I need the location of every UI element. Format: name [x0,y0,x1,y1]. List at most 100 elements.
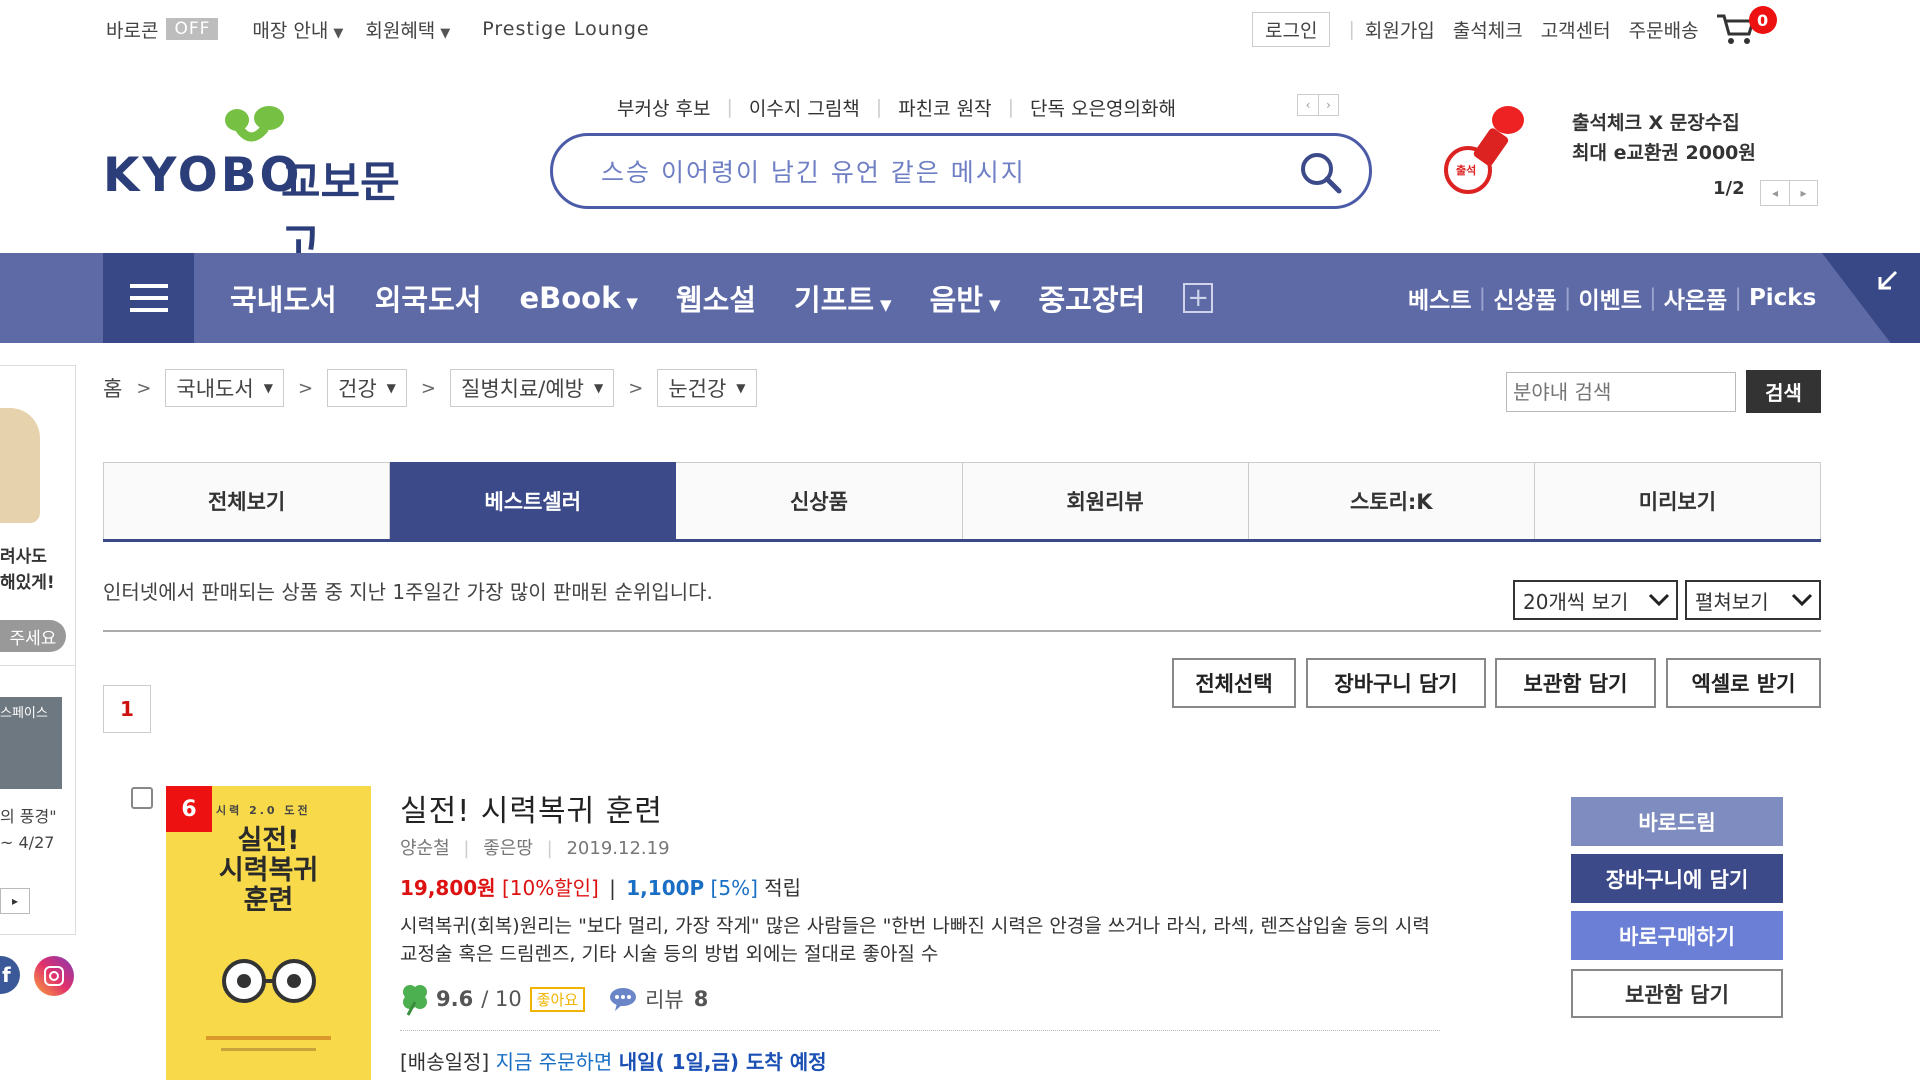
caret-right-icon[interactable]: ▸ [0,888,30,914]
add-to-cart-button[interactable]: 장바구니에 담기 [1571,854,1783,903]
delivery-prefix: [배송일정] [400,1050,490,1074]
product-price-line: 19,800원 [10%할인] | 1,100P [5%] 적립 [400,872,801,901]
panel-divider [0,665,76,666]
cover-title-line: 시력복귀 [218,855,319,886]
view-mode-select[interactable]: 펼쳐보기 [1685,580,1821,620]
hot-keyword-item[interactable]: 단독 오은영의화해 [1030,94,1176,121]
hot-keyword-item[interactable]: 파친코 원작 [898,94,991,121]
list-divider [103,630,1821,632]
chevron-left-icon[interactable]: ‹ [1298,95,1318,115]
nav-item-used[interactable]: 중고장터 [1038,277,1145,319]
logo-text-en: KYOBO [103,148,303,203]
add-to-cart-all-button[interactable]: 장바구니 담기 [1306,658,1486,708]
barodream-button[interactable]: 바로드림 [1571,797,1783,846]
caret-left-icon[interactable]: ◂ [1761,181,1789,205]
instagram-icon[interactable] [34,956,74,996]
prestige-lounge-link[interactable]: Prestige Lounge [482,18,649,40]
attendance-link[interactable]: 출석체크 [1453,16,1523,43]
nav-link-gift[interactable]: 사은품 [1664,281,1727,315]
chevron-down-icon: ▼ [333,25,344,41]
barocoupon-label[interactable]: 바로콘 [106,16,158,43]
chevron-down-icon [1648,593,1670,607]
review-count[interactable]: 8 [694,987,709,1011]
product-checkbox[interactable] [131,787,153,809]
search-icon[interactable] [1299,151,1343,195]
login-button[interactable]: 로그인 [1252,11,1331,47]
nav-link-event[interactable]: 이벤트 [1578,281,1641,315]
promo-text[interactable]: 출석체크 X 문장수집 최대 e교환권 2000원 [1572,108,1756,168]
breadcrumb-select[interactable]: 건강 ▼ [327,369,407,407]
tab-preview[interactable]: 미리보기 [1534,462,1822,539]
chevron-right-icon[interactable]: › [1318,95,1338,115]
menu-icon[interactable] [103,253,194,343]
nav-link-picks[interactable]: Picks [1749,285,1816,311]
arrow-collapse-icon[interactable] [1876,268,1900,292]
kyobo-logo[interactable]: KYOBO 교보문고 [103,100,423,270]
product-author[interactable]: 양순철 [400,838,450,859]
chevron-down-icon: ▼ [880,296,892,314]
nav-link-new[interactable]: 신상품 [1493,281,1556,315]
chevron-right-icon: > [628,377,644,399]
breadcrumb-home[interactable]: 홈 [103,373,122,403]
buy-now-button[interactable]: 바로구매하기 [1571,911,1783,960]
add-to-wishlist-all-button[interactable]: 보관함 담기 [1495,658,1656,708]
category-search-input[interactable] [1506,372,1736,412]
hot-keyword-item[interactable]: 부커상 후보 [617,94,710,121]
export-excel-button[interactable]: 엑셀로 받기 [1666,658,1821,708]
nav-item-webnovel[interactable]: 웹소설 [676,277,756,319]
customer-center-link[interactable]: 고객센터 [1541,16,1611,43]
stamp-illustration: 출석 [1440,100,1540,200]
cover-stripe [206,1036,331,1040]
product-discount: [10%할인] [501,876,599,900]
panel-caption-line2: ~ 4/27 [0,833,55,852]
nav-item-ebook[interactable]: eBook ▼ [519,281,637,315]
rating-max: / 10 [481,987,522,1011]
caret-right-icon[interactable]: ▸ [1789,181,1817,205]
promo-pager: ◂ ▸ [1760,180,1818,206]
select-all-button[interactable]: 전체선택 [1172,658,1296,708]
divider: | [609,876,616,900]
breadcrumb-select[interactable]: 질병치료/예방 ▼ [450,369,615,407]
logo-sprout-icon [225,106,284,142]
product-title[interactable]: 실전! 시력복귀 훈련 [400,786,663,830]
product-publisher[interactable]: 좋은땅 [483,838,533,859]
tab-story-k[interactable]: 스토리:K [1248,462,1535,539]
nav-item-label: 음반 [929,283,983,317]
review-label[interactable]: 리뷰 [645,984,684,1014]
member-benefit-menu[interactable]: 회원혜택 ▼ [365,16,450,43]
cart-button[interactable]: 0 [1715,6,1777,46]
facebook-icon[interactable]: f [0,956,20,994]
hot-keyword-item[interactable]: 이수지 그림책 [749,94,860,121]
nav-item-music[interactable]: 음반 ▼ [930,277,1001,319]
nav-link-best[interactable]: 베스트 [1408,281,1471,315]
add-to-wishlist-button[interactable]: 보관함 담기 [1571,969,1783,1018]
chat-bubble-icon [610,988,637,1011]
utility-right: 로그인 | 회원가입 출석체크 고객센터 주문배송 0 [1252,6,1777,47]
signup-link[interactable]: 회원가입 [1365,16,1435,43]
plus-icon[interactable]: + [1183,283,1214,313]
breadcrumb-select[interactable]: 눈건강 ▼ [657,369,757,407]
page-size-value: 20개씩 보기 [1523,589,1629,614]
barocoupon-off-toggle[interactable]: OFF [166,18,219,40]
panel-text-line1: 려사도 [0,547,47,567]
tab-all[interactable]: 전체보기 [103,462,391,539]
cover-title: 실전! 시력복귀 훈련 [166,826,371,916]
nav-item-domestic[interactable]: 국내도서 [230,277,337,319]
tab-bestseller[interactable]: 베스트셀러 [390,462,677,539]
page-number-current[interactable]: 1 [103,685,151,733]
nav-item-gift[interactable]: 기프트 ▼ [794,277,892,319]
tab-member-review[interactable]: 회원리뷰 [962,462,1249,539]
page-size-select[interactable]: 20개씩 보기 [1513,580,1678,620]
breadcrumb-select[interactable]: 국내도서 ▼ [165,369,284,407]
nav-item-foreign[interactable]: 외국도서 [375,277,482,319]
tab-new[interactable]: 신상품 [676,462,963,539]
order-delivery-link[interactable]: 주문배송 [1629,16,1699,43]
store-info-menu[interactable]: 매장 안내 ▼ [252,16,343,43]
delivery-date: 내일( 1일,금) 도착 예정 [618,1050,827,1074]
stamp-label: 출석 [1456,164,1477,177]
panel-action-button[interactable]: 주세요 [0,620,66,652]
category-search-button[interactable]: 검색 [1746,370,1821,413]
search-input[interactable] [601,152,1281,192]
panel-banner-image[interactable] [0,408,40,523]
chevron-down-icon: ▼ [988,296,1001,314]
